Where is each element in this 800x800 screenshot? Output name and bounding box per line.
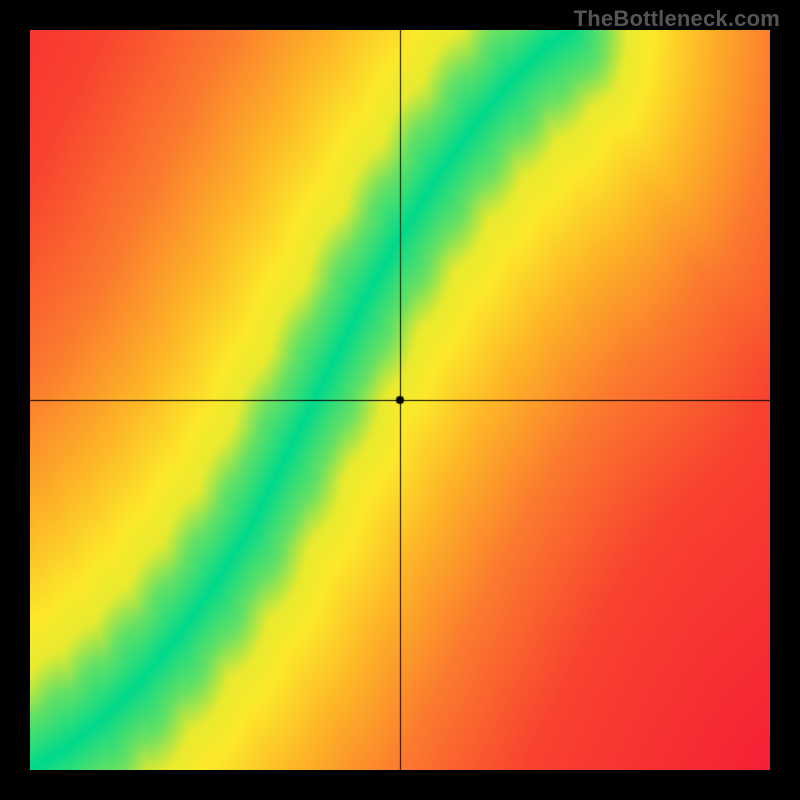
- overlay-canvas: [30, 30, 770, 770]
- watermark-text: TheBottleneck.com: [574, 6, 780, 32]
- heatmap-plot: [30, 30, 770, 770]
- chart-frame: TheBottleneck.com: [0, 0, 800, 800]
